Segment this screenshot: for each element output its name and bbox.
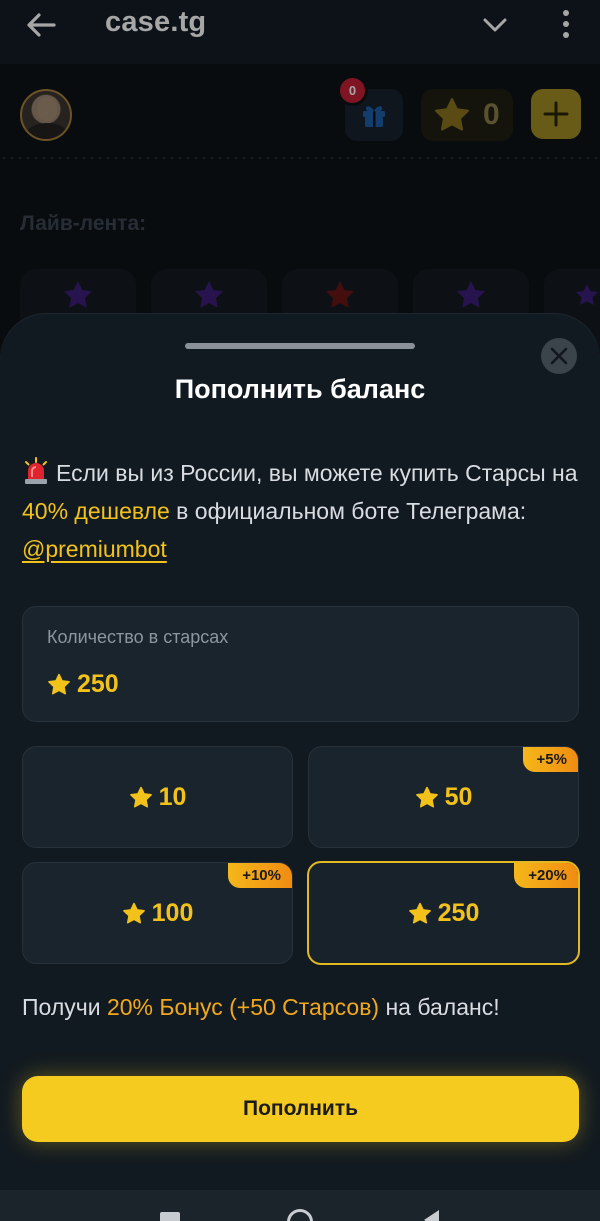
premiumbot-link[interactable]: @premiumbot bbox=[22, 536, 167, 562]
notice-text: Если вы из России, вы можете купить Стар… bbox=[56, 460, 578, 486]
system-nav-bar bbox=[0, 1190, 600, 1221]
amount-option-250[interactable]: +20% 250 bbox=[307, 861, 580, 965]
bonus-badge: +5% bbox=[522, 747, 578, 772]
close-button[interactable] bbox=[541, 338, 577, 374]
star-icon bbox=[129, 786, 152, 807]
amount-field-label: Количество в старсах bbox=[47, 627, 229, 647]
star-icon bbox=[48, 673, 70, 695]
option-value: 10 bbox=[158, 782, 187, 811]
russia-notice: Если вы из России, вы можете купить Стар… bbox=[22, 454, 582, 568]
notice-text: в официальном боте Телеграма: bbox=[169, 498, 527, 524]
bonus-badge: +10% bbox=[228, 863, 292, 888]
bonus-summary-text: Получи bbox=[22, 994, 107, 1020]
star-icon bbox=[408, 902, 431, 923]
bonus-summary-text: на баланс! bbox=[379, 994, 500, 1020]
bonus-summary: Получи 20% Бонус (+50 Старсов) на баланс… bbox=[22, 994, 500, 1021]
recents-icon[interactable] bbox=[160, 1212, 180, 1221]
discount-highlight: 40% дешевле bbox=[22, 498, 170, 524]
option-value: 50 bbox=[444, 782, 473, 811]
top-up-button[interactable]: Пополнить bbox=[22, 1076, 579, 1142]
star-icon bbox=[122, 902, 145, 923]
star-icon bbox=[415, 786, 438, 807]
amount-field-value: 250 bbox=[47, 670, 119, 699]
sheet-title: Пополнить баланс bbox=[174, 374, 426, 404]
bonus-badge: +20% bbox=[514, 863, 578, 888]
option-value: 100 bbox=[151, 898, 194, 927]
amount-value-text: 250 bbox=[77, 670, 119, 698]
close-icon bbox=[550, 347, 568, 365]
drag-handle[interactable] bbox=[185, 343, 415, 349]
amount-option-100[interactable]: +10% 100 bbox=[22, 862, 293, 964]
top-up-sheet: Пополнить баланс Если вы из России, вы м… bbox=[0, 314, 600, 1190]
back-icon[interactable] bbox=[424, 1210, 439, 1221]
bonus-highlight: 20% Бонус (+50 Старсов) bbox=[106, 994, 380, 1020]
siren-icon bbox=[25, 457, 47, 484]
amount-option-10[interactable]: 10 bbox=[22, 746, 293, 848]
option-value: 250 bbox=[437, 898, 480, 927]
amount-option-50[interactable]: +5% 50 bbox=[308, 746, 579, 848]
home-icon[interactable] bbox=[287, 1209, 313, 1221]
stars-amount-field[interactable]: Количество в старсах 250 bbox=[22, 606, 579, 722]
